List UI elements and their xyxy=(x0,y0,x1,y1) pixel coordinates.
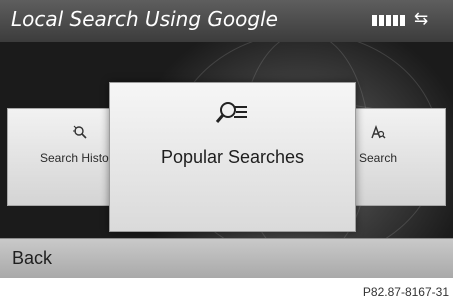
screen: Local Search Using Google ⇆ Search Histo… xyxy=(0,0,453,305)
connection-arrows-icon: ⇆ xyxy=(414,9,429,28)
popular-searches-icon xyxy=(110,99,355,125)
figure-reference-bar: P82.87-8167-31 xyxy=(0,278,453,305)
title-bar: Local Search Using Google ⇆ xyxy=(0,0,453,42)
popular-searches-option[interactable]: Popular Searches xyxy=(109,82,356,232)
search-history-label: Search History xyxy=(40,151,119,165)
page-title: Local Search Using Google xyxy=(11,7,278,31)
carousel: Search History Search Popular Searches xyxy=(0,42,453,238)
popular-searches-label: Popular Searches xyxy=(160,147,305,167)
back-button[interactable]: Back xyxy=(0,238,453,278)
figure-reference: P82.87-8167-31 xyxy=(362,285,449,299)
back-label: Back xyxy=(12,248,53,268)
signal-strength-icon xyxy=(372,15,405,26)
